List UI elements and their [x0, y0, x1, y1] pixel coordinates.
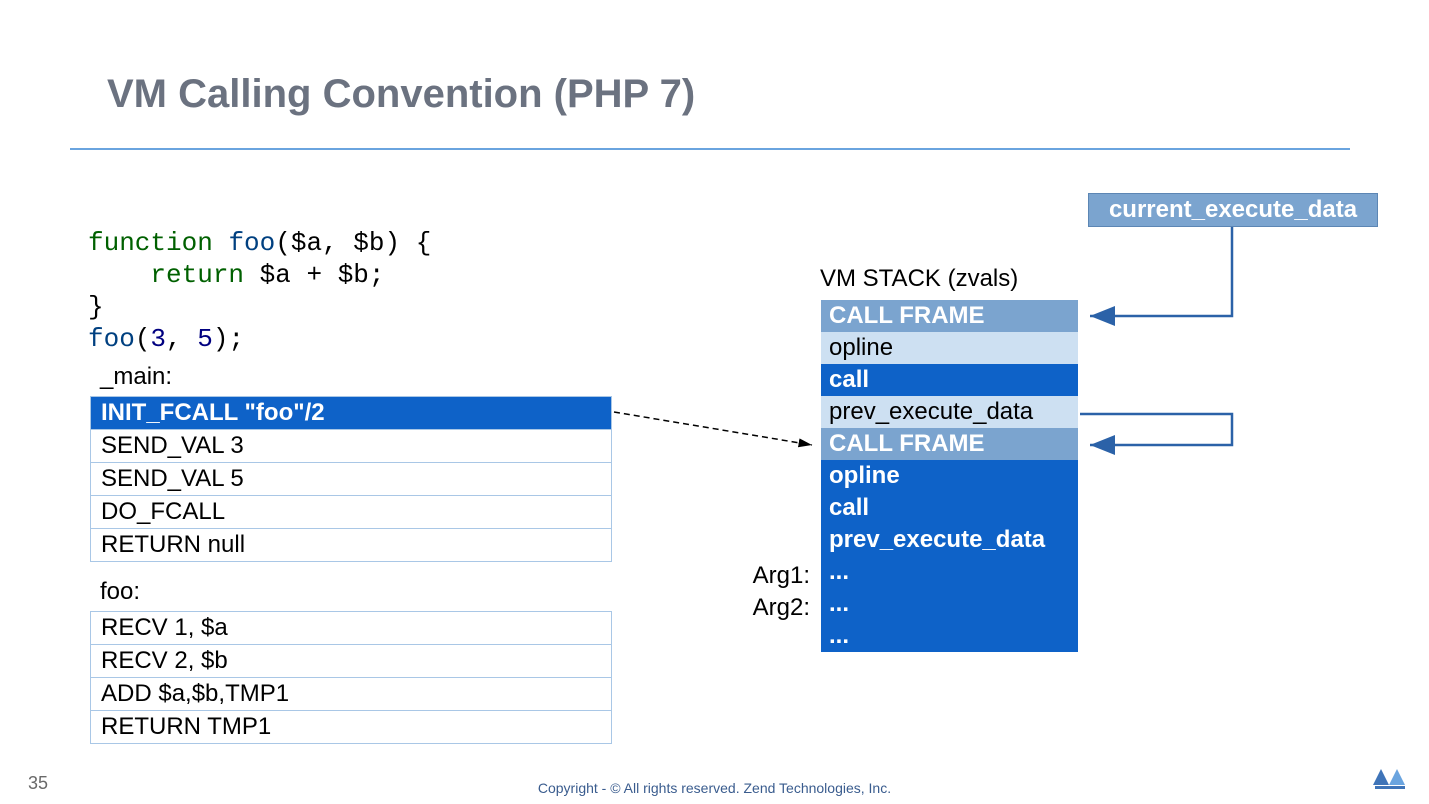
stack-row: ...	[820, 556, 1078, 588]
vm-stack-title: VM STACK (zvals)	[820, 265, 1018, 293]
code-punc: (	[275, 228, 291, 258]
opcode-row: RECV 2, $b	[91, 645, 612, 678]
opcode-row: SEND_VAL 3	[91, 430, 612, 463]
title-rule	[70, 148, 1350, 150]
stack-row: CALL FRAME	[820, 300, 1078, 332]
code-punc: );	[213, 324, 244, 354]
code-num: 3	[150, 324, 166, 354]
foo-table-label: foo:	[100, 578, 140, 606]
zend-logo-icon	[1371, 765, 1413, 796]
opcode-row: RETURN null	[91, 529, 612, 562]
stack-row: opline	[820, 332, 1078, 364]
opcode-row: RETURN TMP1	[91, 711, 612, 744]
code-text	[244, 260, 260, 290]
stack-row: ...	[820, 620, 1078, 652]
opcode-row: RECV 1, $a	[91, 612, 612, 645]
stack-row: opline	[820, 460, 1078, 492]
code-punc: }	[88, 292, 104, 322]
stack-row: call	[820, 364, 1078, 396]
stack-row: ...	[820, 588, 1078, 620]
main-opcode-table: INIT_FCALL "foo"/2 SEND_VAL 3 SEND_VAL 5…	[90, 396, 612, 562]
slide: VM Calling Convention (PHP 7) function f…	[0, 0, 1429, 804]
code-text	[213, 228, 229, 258]
main-table-label: _main:	[100, 363, 172, 391]
stack-row: prev_execute_data	[820, 524, 1078, 556]
code-var: $a	[260, 260, 291, 290]
stack-row: call	[820, 492, 1078, 524]
arg1-label: Arg1:	[750, 562, 810, 590]
code-var: $b	[353, 228, 384, 258]
code-punc: ,	[166, 324, 197, 354]
code-punc: ;	[369, 260, 385, 290]
slide-title: VM Calling Convention (PHP 7)	[107, 72, 695, 117]
code-punc: (	[135, 324, 151, 354]
code-fn: foo	[228, 228, 275, 258]
foo-opcode-table: RECV 1, $a RECV 2, $b ADD $a,$b,TMP1 RET…	[90, 611, 612, 744]
code-punc: ) {	[385, 228, 432, 258]
code-kw: function	[88, 228, 213, 258]
opcode-row: DO_FCALL	[91, 496, 612, 529]
stack-row: CALL FRAME	[820, 428, 1078, 460]
stack-row: prev_execute_data	[820, 396, 1078, 428]
code-var: $b	[338, 260, 369, 290]
execute-data-box: current_execute_data	[1088, 193, 1378, 227]
code-punc: +	[291, 260, 338, 290]
code-block: function foo($a, $b) { return $a + $b; }…	[88, 195, 431, 387]
code-text	[88, 260, 150, 290]
arg2-label: Arg2:	[750, 594, 810, 622]
code-punc: ,	[322, 228, 353, 258]
opcode-row: SEND_VAL 5	[91, 463, 612, 496]
opcode-row: INIT_FCALL "foo"/2	[91, 397, 612, 430]
code-kw: return	[150, 260, 244, 290]
opcode-row: ADD $a,$b,TMP1	[91, 678, 612, 711]
code-fn: foo	[88, 324, 135, 354]
footer-copyright: Copyright - © All rights reserved. Zend …	[0, 780, 1429, 796]
code-var: $a	[291, 228, 322, 258]
vm-stack: CALL FRAME opline call prev_execute_data…	[820, 300, 1078, 652]
code-num: 5	[197, 324, 213, 354]
